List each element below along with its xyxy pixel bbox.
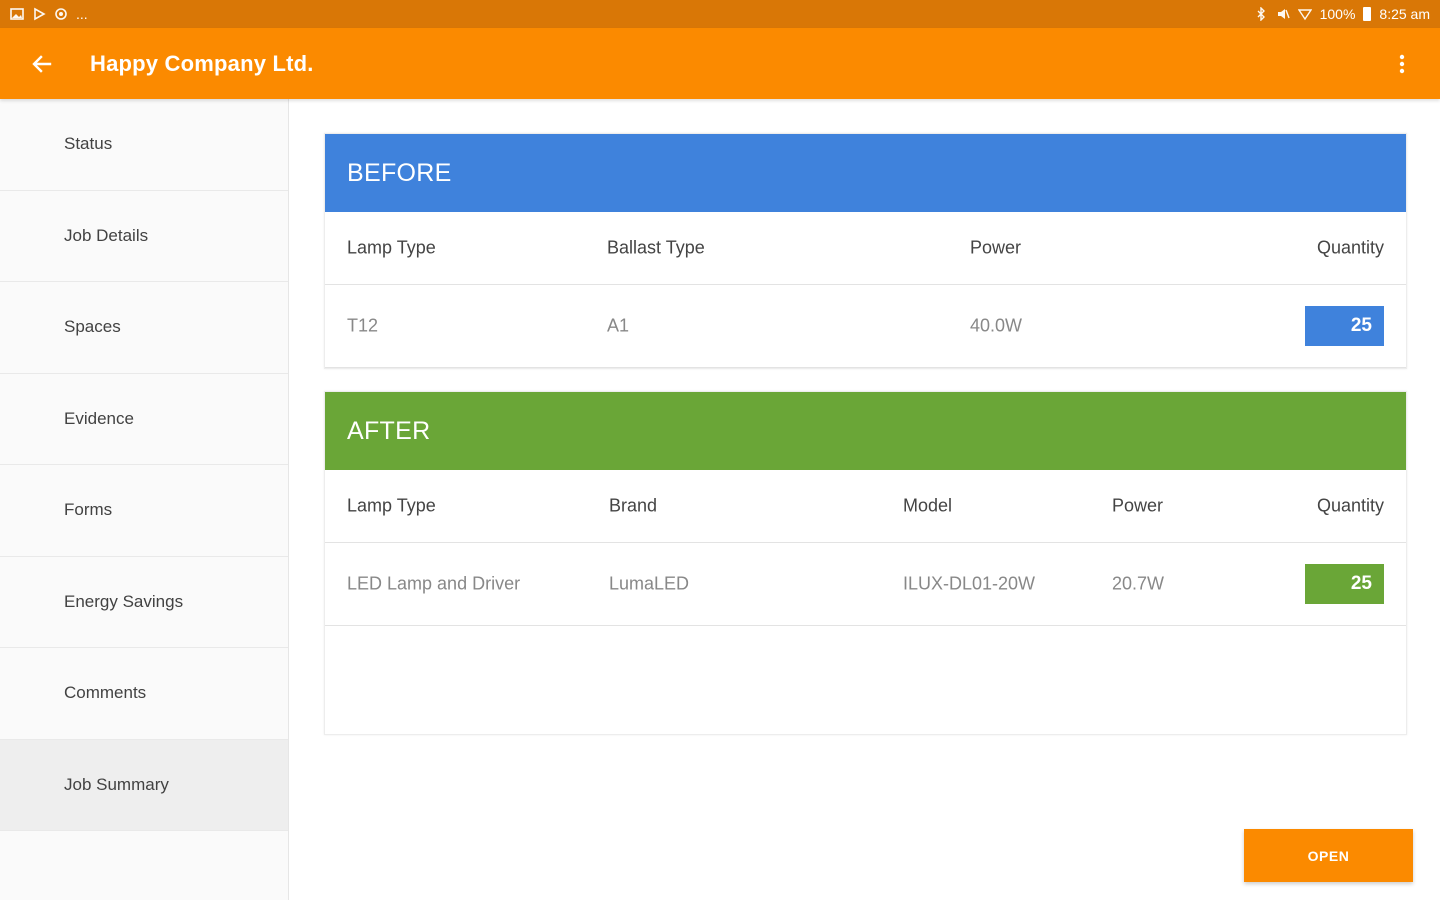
before-header-row: Lamp Type Ballast Type Power Quantity — [325, 212, 1406, 285]
status-bar-right: 100% 8:25 am — [1254, 6, 1430, 22]
sidebar-item-label: Spaces — [64, 317, 121, 337]
after-header: AFTER — [325, 392, 1406, 470]
table-row: T12 A1 40.0W 25 — [325, 285, 1406, 368]
play-store-icon — [32, 7, 46, 21]
sidebar-item-label: Forms — [64, 500, 113, 520]
status-time: 8:25 am — [1379, 6, 1430, 22]
column-header-lamp-type: Lamp Type — [347, 237, 436, 258]
quantity-field[interactable]: 25 — [1305, 564, 1384, 604]
main-content: BEFORE Lamp Type Ballast Type Power Quan… — [290, 99, 1440, 900]
power-value: 20.7W — [1112, 573, 1165, 594]
battery-icon — [1363, 7, 1372, 21]
power-value: 40.0W — [970, 315, 1023, 336]
sidebar-item-label: Job Details — [64, 225, 149, 245]
sidebar-item-label: Job Summary — [64, 774, 169, 794]
column-header-ballast-type: Ballast Type — [607, 237, 705, 258]
sidebar-item-energy-savings[interactable]: Energy Savings — [0, 557, 288, 648]
sidebar-item-label: Comments — [64, 683, 147, 703]
sidebar-item-comments[interactable]: Comments — [0, 648, 288, 740]
after-header-row: Lamp Type Brand Model Power Quantity — [325, 470, 1406, 543]
bluetooth-icon — [1254, 7, 1268, 21]
status-bar: ... 100% 8:25 am — [0, 0, 1440, 28]
page-title: Happy Company Ltd. — [90, 50, 314, 76]
column-header-quantity: Quantity — [1316, 495, 1384, 516]
column-header-model: Model — [903, 495, 953, 516]
before-card: BEFORE Lamp Type Ballast Type Power Quan… — [324, 133, 1407, 369]
gallery-icon — [10, 7, 24, 21]
after-card: AFTER Lamp Type Brand Model Power Quanti… — [324, 391, 1407, 735]
lamp-type-value: T12 — [347, 315, 379, 336]
mute-icon — [1276, 7, 1290, 21]
table-row: LED Lamp and Driver LumaLED ILUX-DL01-20… — [325, 543, 1406, 626]
sidebar-item-job-summary[interactable]: Job Summary — [0, 739, 288, 831]
sidebar-item-forms[interactable]: Forms — [0, 465, 288, 557]
open-button[interactable]: OPEN — [1244, 829, 1413, 882]
sidebar-item-evidence[interactable]: Evidence — [0, 374, 288, 465]
column-header-lamp-type: Lamp Type — [347, 495, 436, 516]
back-button[interactable] — [14, 36, 70, 92]
sidebar-item-status[interactable]: Status — [0, 99, 288, 191]
column-header-quantity: Quantity — [1316, 237, 1384, 258]
model-value: ILUX-DL01-20W — [903, 573, 1036, 594]
ballast-type-value: A1 — [607, 315, 630, 336]
status-bar-left: ... — [10, 6, 88, 22]
brand-value: LumaLED — [609, 573, 690, 594]
sidebar: Status Job Details Spaces Evidence Forms… — [0, 99, 289, 900]
app-bar: Happy Company Ltd. — [0, 28, 1440, 99]
status-ellipsis: ... — [76, 6, 88, 22]
quantity-field[interactable]: 25 — [1305, 306, 1384, 346]
before-header: BEFORE — [325, 134, 1406, 212]
more-vert-icon — [1399, 54, 1405, 74]
sidebar-item-spaces[interactable]: Spaces — [0, 282, 288, 374]
column-header-brand: Brand — [609, 495, 658, 516]
battery-percent: 100% — [1319, 6, 1356, 22]
column-header-power: Power — [1112, 495, 1164, 516]
wifi-icon — [1297, 7, 1312, 21]
lamp-type-value: LED Lamp and Driver — [347, 573, 521, 594]
column-header-power: Power — [970, 237, 1022, 258]
overflow-menu-button[interactable] — [1382, 42, 1422, 86]
settings-icon — [54, 7, 68, 21]
sidebar-item-label: Status — [64, 134, 113, 154]
arrow-back-icon — [32, 54, 52, 73]
sidebar-item-label: Evidence — [64, 408, 134, 428]
sidebar-item-label: Energy Savings — [64, 591, 184, 611]
sidebar-item-job-details[interactable]: Job Details — [0, 191, 288, 282]
